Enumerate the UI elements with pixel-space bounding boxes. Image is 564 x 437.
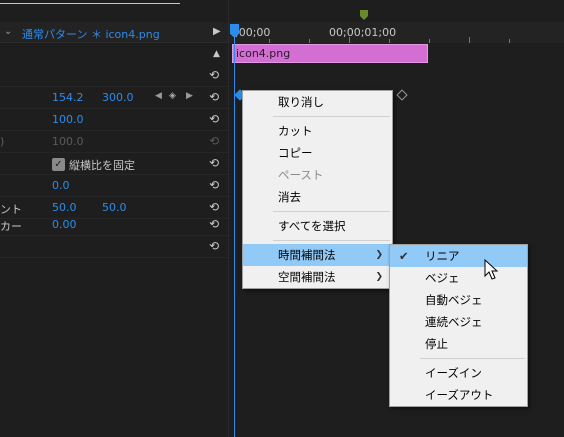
reset-icon: ⟲: [208, 134, 220, 148]
reset-icon[interactable]: ⟲: [207, 239, 221, 253]
mouse-cursor-icon: [484, 259, 499, 280]
play-icon[interactable]: ▶: [213, 26, 221, 37]
reset-icon[interactable]: ⟲: [207, 156, 221, 170]
property-row-scale: 100.0 ⟲: [0, 109, 228, 131]
clip-bar[interactable]: icon4.png: [232, 44, 428, 63]
check-icon: ✔: [399, 249, 409, 263]
value-flicker[interactable]: 0.00: [52, 218, 77, 231]
interpolation-submenu: ✔ リニア ベジェ 自動ベジェ 連続ベジェ 停止 イーズイン イーズアウト: [389, 244, 528, 407]
menu-separator: [420, 358, 525, 359]
scroll-up-icon[interactable]: ▲: [213, 49, 220, 59]
add-keyframe-icon[interactable]: ◈: [169, 91, 176, 101]
property-row: ⟲: [0, 65, 228, 87]
panel-top-line: [0, 3, 180, 7]
submenu-item-bezier[interactable]: ベジェ: [390, 267, 527, 289]
clip-title[interactable]: 通常パターン ＊ icon4.png: [22, 26, 160, 42]
reset-icon[interactable]: ⟲: [207, 112, 221, 126]
menu-item-clear[interactable]: 消去: [243, 186, 392, 208]
menu-item-spatial-interpolation[interactable]: 空間補間法 ❯: [243, 266, 392, 288]
reset-icon[interactable]: ⟲: [207, 200, 221, 214]
menu-separator: [273, 116, 390, 117]
uniform-scale-label: 縦横比を固定: [69, 159, 135, 172]
timecode-mid: 00;00;01;00: [329, 26, 397, 39]
menu-item-select-all[interactable]: すべてを選択: [243, 215, 392, 237]
reset-icon[interactable]: ⟲: [207, 90, 221, 104]
property-row-rotation: 0.0 ⟲: [0, 175, 228, 197]
clip-name: icon4.png: [236, 47, 291, 60]
submenu-item-auto-bezier[interactable]: 自動ベジェ: [390, 289, 527, 311]
submenu-item-ease-out[interactable]: イーズアウト: [390, 384, 527, 406]
context-menu: 取り消し カット コピー ペースト 消去 すべてを選択 時間補間法 ❯ 空間補間…: [242, 90, 393, 289]
submenu-item-linear[interactable]: ✔ リニア: [390, 245, 527, 267]
menu-item-undo[interactable]: 取り消し: [243, 91, 392, 113]
value-y[interactable]: 300.0: [102, 91, 134, 104]
menu-separator: [273, 211, 390, 212]
value-anchor-y[interactable]: 50.0: [102, 201, 127, 214]
prev-keyframe-icon[interactable]: ◀: [155, 91, 162, 101]
timecode-start: ;00;00: [235, 26, 271, 39]
chevron-right-icon: ❯: [375, 250, 383, 260]
menu-item-copy[interactable]: コピー: [243, 142, 392, 164]
value-scale[interactable]: 100.0: [52, 113, 84, 126]
property-row-flicker: カー 0.00 ⟲: [0, 214, 228, 236]
value-x[interactable]: 154.2: [52, 91, 84, 104]
reset-icon[interactable]: ⟲: [207, 217, 221, 231]
property-row-scale-width: ) 100.0 ⟲: [0, 131, 228, 153]
reset-icon[interactable]: ⟲: [207, 68, 221, 82]
property-row-position: 154.2 300.0 ◀ ◈ ▶ ⟲: [0, 87, 228, 109]
menu-item-label: 時間補間法: [278, 248, 336, 262]
property-row-uniform: ✓ 縦横比を固定 ⟲: [0, 153, 228, 175]
chevron-right-icon: ❯: [375, 272, 383, 282]
property-label: ): [0, 135, 5, 148]
keyframe-diamond[interactable]: [396, 89, 408, 101]
submenu-item-label: リニア: [425, 249, 460, 263]
menu-item-label: 空間補間法: [278, 270, 336, 284]
playhead-line[interactable]: [234, 36, 235, 437]
menu-item-paste: ペースト: [278, 168, 324, 182]
menu-item-temporal-interpolation[interactable]: 時間補間法 ❯: [243, 244, 392, 266]
submenu-item-continuous-bezier[interactable]: 連続ベジェ: [390, 311, 527, 333]
value-rotation[interactable]: 0.0: [52, 179, 70, 192]
property-label: カー: [0, 220, 22, 233]
value-anchor-x[interactable]: 50.0: [52, 201, 77, 214]
reset-icon[interactable]: ⟲: [207, 178, 221, 192]
work-area-marker[interactable]: [360, 10, 368, 20]
property-row: ⟲: [0, 236, 228, 258]
value-scale-width: 100.0: [52, 135, 84, 148]
time-ruler[interactable]: [229, 22, 564, 43]
menu-item-cut[interactable]: カット: [243, 120, 392, 142]
clip-header: ⌄ 通常パターン ＊ icon4.png ▶: [0, 22, 228, 43]
submenu-item-ease-in[interactable]: イーズイン: [390, 362, 527, 384]
submenu-item-hold[interactable]: 停止: [390, 333, 527, 355]
menu-separator: [273, 240, 390, 241]
uniform-scale-checkbox[interactable]: ✓: [52, 158, 65, 171]
next-keyframe-icon[interactable]: ▶: [186, 91, 193, 101]
chevron-down-icon[interactable]: ⌄: [4, 26, 12, 37]
